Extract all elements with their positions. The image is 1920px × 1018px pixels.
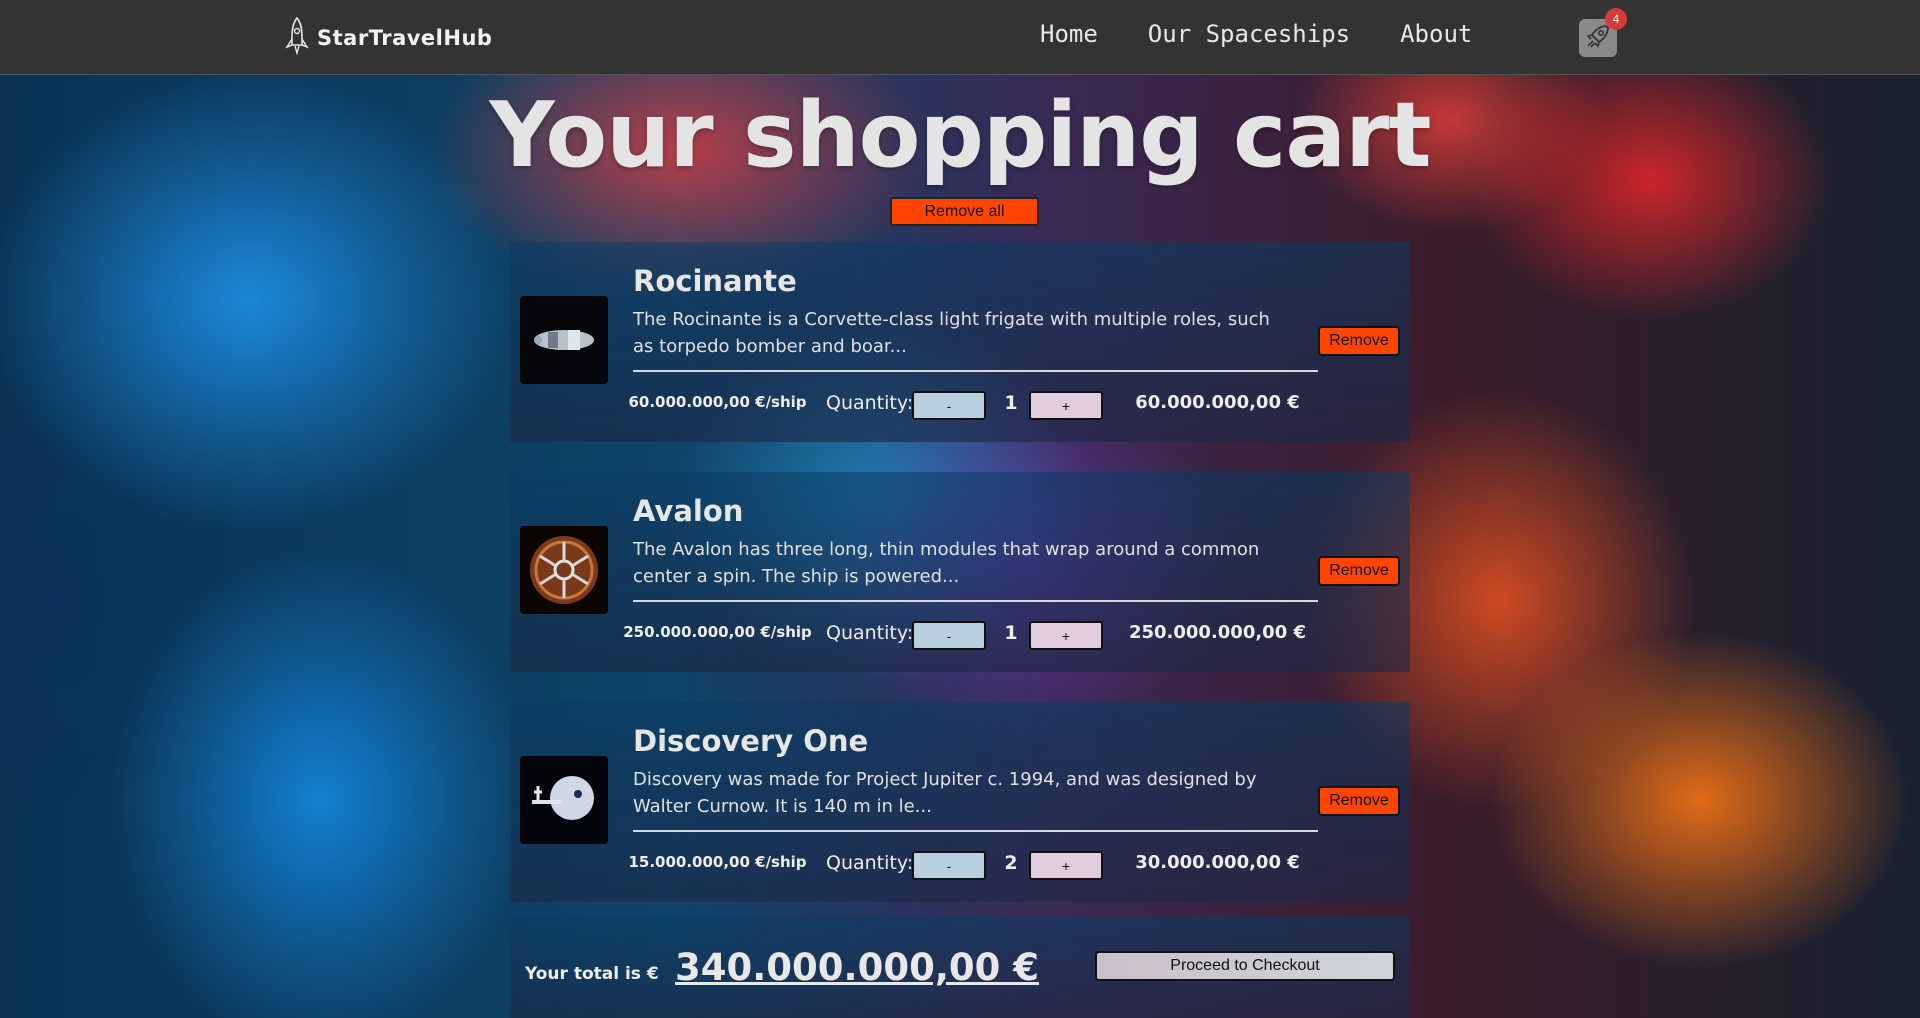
item-name[interactable]: Discovery One bbox=[633, 724, 868, 758]
cart-item: Avalon The Avalon has three long, thin m… bbox=[510, 472, 1410, 672]
line-total: 30.000.000,00 € bbox=[1135, 852, 1300, 873]
quantity-label: Quantity: bbox=[826, 852, 914, 874]
remove-item-button[interactable]: Remove bbox=[1318, 786, 1400, 816]
increase-quantity-button[interactable]: + bbox=[1029, 851, 1103, 880]
item-description: The Avalon has three long, thin modules … bbox=[633, 539, 1260, 587]
cart-total-bar: Your total is € 340.000.000,00 € Proceed… bbox=[510, 917, 1410, 1018]
divider bbox=[633, 600, 1318, 602]
item-description: The Rocinante is a Corvette-class light … bbox=[633, 309, 1270, 357]
cart-item: Discovery One Discovery was made for Pro… bbox=[510, 702, 1410, 902]
divider bbox=[633, 370, 1318, 372]
spaceship-thumbnail[interactable] bbox=[520, 756, 608, 844]
brand-name: StarTravelHub bbox=[317, 26, 493, 50]
decrease-quantity-button[interactable]: - bbox=[912, 851, 986, 880]
item-name[interactable]: Rocinante bbox=[633, 264, 797, 298]
item-description: Discovery was made for Project Jupiter c… bbox=[633, 769, 1257, 817]
unit-price: 15.000.000,00 €/ship bbox=[628, 853, 807, 871]
quantity-value: 1 bbox=[1004, 392, 1018, 414]
spaceship-thumbnail[interactable] bbox=[520, 526, 608, 614]
proceed-to-checkout-button[interactable]: Proceed to Checkout bbox=[1095, 951, 1395, 981]
rocket-icon bbox=[285, 16, 309, 59]
line-total: 250.000.000,00 € bbox=[1128, 622, 1307, 643]
spaceship-thumbnail[interactable] bbox=[520, 296, 608, 384]
remove-item-button[interactable]: Remove bbox=[1318, 556, 1400, 586]
remove-item-button[interactable]: Remove bbox=[1318, 326, 1400, 356]
increase-quantity-button[interactable]: + bbox=[1029, 391, 1103, 420]
total-value: 340.000.000,00 € bbox=[675, 946, 1039, 989]
total-label: Your total is € bbox=[525, 964, 659, 984]
item-name[interactable]: Avalon bbox=[633, 494, 743, 528]
navbar: StarTravelHub Home Our Spaceships About … bbox=[0, 0, 1920, 75]
brand-link[interactable]: StarTravelHub bbox=[285, 16, 493, 59]
decrease-quantity-button[interactable]: - bbox=[912, 391, 986, 420]
increase-quantity-button[interactable]: + bbox=[1029, 621, 1103, 650]
unit-price: 60.000.000,00 €/ship bbox=[628, 393, 807, 411]
nav-links: Home Our Spaceships About bbox=[1040, 20, 1522, 48]
nav-link-home[interactable]: Home bbox=[1040, 20, 1098, 48]
nav-link-about[interactable]: About bbox=[1400, 20, 1472, 48]
cart-count-badge: 4 bbox=[1605, 8, 1627, 30]
remove-all-button[interactable]: Remove all bbox=[890, 197, 1039, 226]
decrease-quantity-button[interactable]: - bbox=[912, 621, 986, 650]
quantity-label: Quantity: bbox=[826, 392, 914, 414]
cart-item: Rocinante The Rocinante is a Corvette-cl… bbox=[510, 242, 1410, 442]
unit-price: 250.000.000,00 €/ship bbox=[623, 623, 812, 641]
divider bbox=[633, 830, 1318, 832]
quantity-value: 1 bbox=[1004, 622, 1018, 644]
quantity-value: 2 bbox=[1004, 852, 1018, 874]
nav-link-our-spaceships[interactable]: Our Spaceships bbox=[1148, 20, 1350, 48]
line-total: 60.000.000,00 € bbox=[1135, 392, 1300, 413]
page-title: Your shopping cart bbox=[489, 83, 1431, 188]
quantity-label: Quantity: bbox=[826, 622, 914, 644]
